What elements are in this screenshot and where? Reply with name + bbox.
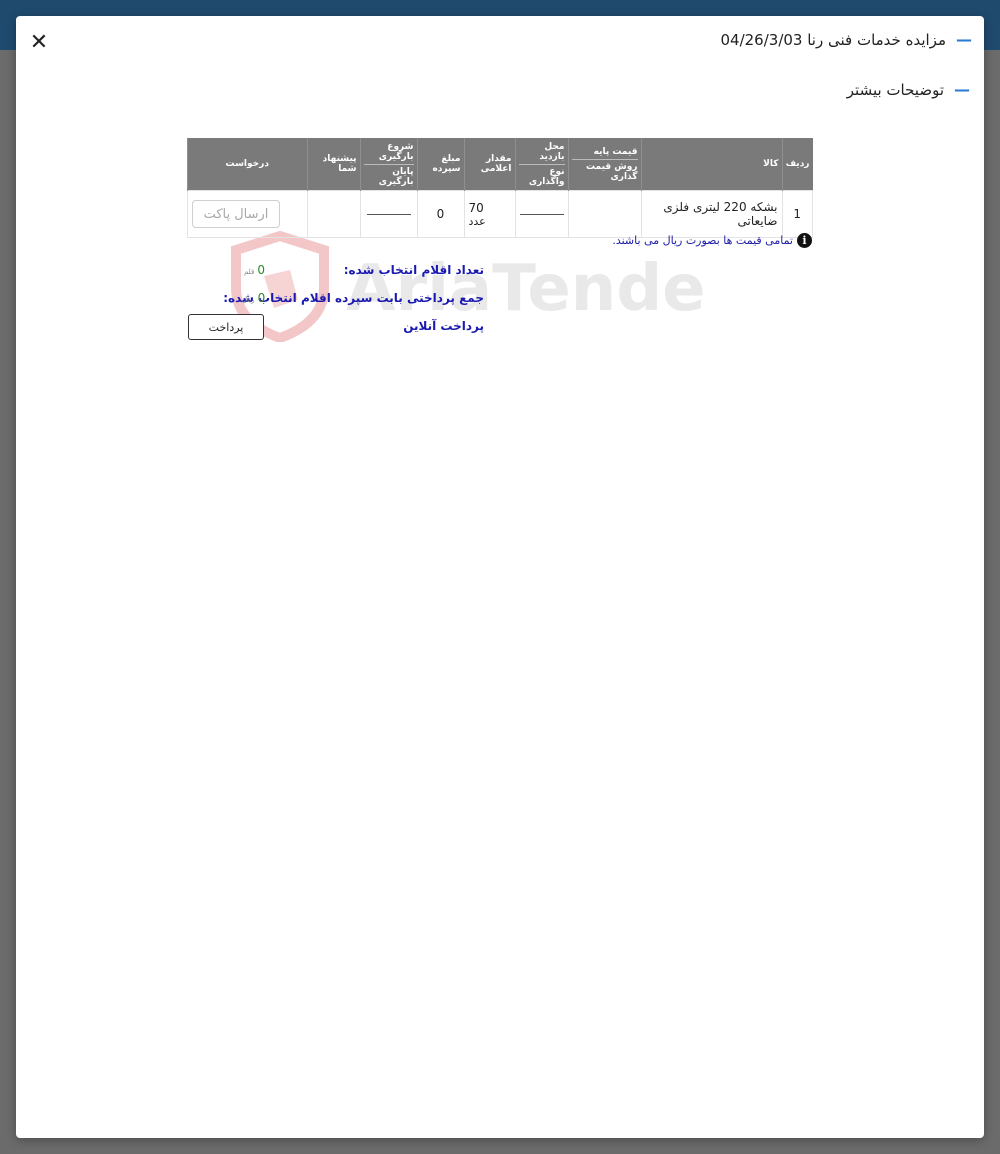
cell-base-price (567, 190, 642, 238)
auction-title-row[interactable]: — مزایده خدمات فنی رنا 04/26/3/03 (721, 30, 973, 49)
close-icon[interactable]: ✕ (28, 32, 50, 54)
deposit-total-value: 0 (257, 291, 266, 305)
col-header-item: کالا (640, 138, 782, 191)
col-header-declared-amount: مقدار اعلامی (463, 138, 515, 191)
auction-details-modal: ✕ — مزایده خدمات فنی رنا 04/26/3/03 — تو… (16, 16, 984, 1138)
auction-title: مزایده خدمات فنی رنا 04/26/3/03 (720, 30, 947, 49)
cell-declared-amount: 70 عدد (463, 190, 516, 238)
send-envelope-button[interactable]: ارسال پاکت (192, 200, 280, 228)
table-row: 1 بشکه 220 لیتری فلزی ضایعاتی 70 عدد 0 ا… (187, 190, 813, 238)
cell-item-name: بشکه 220 لیتری فلزی ضایعاتی (640, 190, 783, 238)
more-details-toggle[interactable]: — توضیحات بیشتر (847, 80, 970, 99)
pay-button[interactable]: پرداخت (188, 314, 264, 340)
cell-visit-location (514, 190, 569, 238)
info-icon: i (797, 233, 812, 248)
quantity-value: 70 (468, 200, 484, 215)
col-header-price: قیمت پایه روش قیمت گذاری (567, 138, 641, 191)
cell-index: 1 (781, 190, 813, 238)
cell-request: ارسال پاکت (187, 190, 308, 238)
col-header-deposit: مبلغ سپرده (416, 138, 464, 191)
deposit-total: 0 ریال (242, 291, 265, 305)
quantity-unit: عدد (468, 214, 486, 228)
cell-offer (306, 190, 361, 238)
col-header-request: درخواست (187, 138, 307, 191)
auction-items-table: ردیف کالا قیمت پایه روش قیمت گذاری محل ب… (187, 138, 813, 238)
currency-note: i تمامی قیمت ها بصورت ریال می باشند. (612, 233, 812, 248)
selected-count-value: 0 (257, 263, 265, 277)
cell-loading-dates (359, 190, 418, 238)
online-payment-label: پرداخت آنلاین (403, 319, 484, 333)
collapse-dash-icon: — (954, 80, 970, 99)
more-details-label: توضیحات بیشتر (846, 80, 944, 99)
col-header-loading: شروع بارگیری پایان بارگیری (359, 138, 417, 191)
deposit-total-unit: ریال (242, 296, 255, 304)
col-header-row: ردیف (781, 138, 813, 191)
cell-deposit: 0 (416, 190, 465, 238)
currency-note-text: تمامی قیمت ها بصورت ریال می باشند. (612, 234, 793, 247)
col-header-location: محل بازدید نوع واگذاری (514, 138, 568, 191)
selected-count-label: تعداد اقلام انتخاب شده: (343, 263, 484, 277)
col-header-offer: پیشنهاد شما (306, 138, 360, 191)
collapse-dash-icon: — (956, 30, 972, 49)
selected-count-unit: قلم (244, 268, 255, 276)
selected-count: 0 قلم (244, 263, 265, 277)
